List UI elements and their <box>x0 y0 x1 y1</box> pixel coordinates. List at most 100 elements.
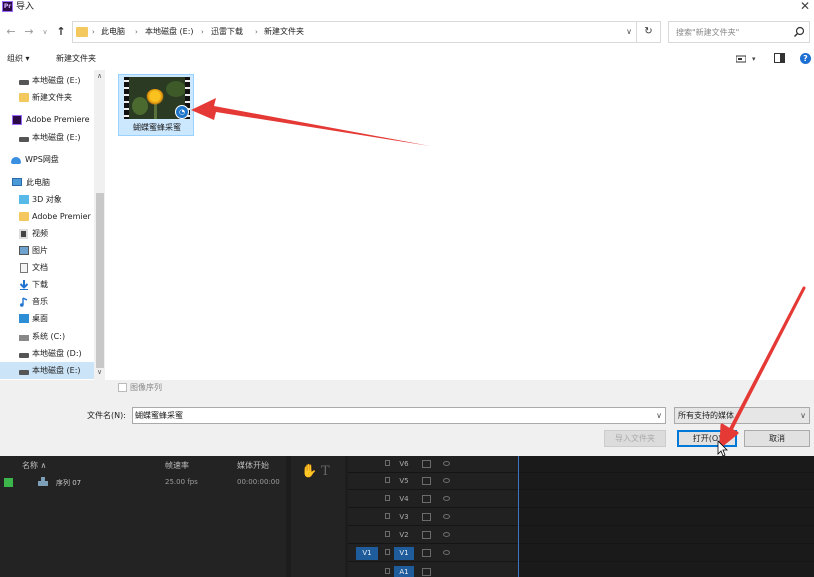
chevron-down-icon[interactable]: ∨ <box>656 408 662 423</box>
scroll-up-icon[interactable]: ∧ <box>94 72 105 80</box>
nav-item-label: 本地磁盘 (E:) <box>32 133 81 142</box>
chevron-down-icon[interactable]: ∨ <box>800 408 806 423</box>
hand-tool-icon[interactable]: ✋ <box>301 464 317 479</box>
nav-item-drive-e[interactable]: 本地磁盘 (E:) <box>0 72 94 89</box>
nav-item-drive-d[interactable]: 本地磁盘 (D:) <box>0 345 94 362</box>
nav-item-downloads[interactable]: 下载 <box>0 276 94 293</box>
lock-icon[interactable] <box>385 568 390 574</box>
title-bar: Pr 导入 ✕ <box>0 0 814 14</box>
refresh-button[interactable]: ↻ <box>637 21 661 43</box>
import-folder-button[interactable]: 导入文件夹 <box>604 430 666 447</box>
sync-lock-icon[interactable] <box>422 495 431 503</box>
organize-menu[interactable]: 组织 ▾ <box>7 50 30 68</box>
chevron-right-icon: › <box>135 28 138 36</box>
nav-item-drive-e-selected[interactable]: 本地磁盘 (E:) <box>0 362 94 379</box>
open-button[interactable]: 打开(O) <box>677 430 737 447</box>
lock-icon[interactable] <box>385 531 390 537</box>
sync-lock-icon[interactable] <box>422 460 431 468</box>
preview-pane-icon[interactable] <box>774 53 785 63</box>
nav-item-new-folder[interactable]: 新建文件夹 <box>0 89 94 106</box>
lock-icon[interactable] <box>385 477 390 483</box>
filename-input[interactable] <box>133 408 648 423</box>
nav-item-desktop[interactable]: 桌面 <box>0 310 94 327</box>
track-name[interactable]: A1 <box>394 566 414 577</box>
sync-lock-icon[interactable] <box>422 549 431 557</box>
track-name[interactable]: V1 <box>394 547 414 560</box>
nav-item-documents[interactable]: 文档 <box>0 259 94 276</box>
filename-label: 文件名(N): <box>87 411 126 420</box>
track-name[interactable]: V5 <box>394 475 414 488</box>
lock-icon[interactable] <box>385 513 390 519</box>
pictures-icon <box>19 246 29 255</box>
cancel-button[interactable]: 取消 <box>744 430 810 447</box>
sync-lock-icon[interactable] <box>422 531 431 539</box>
nav-item-3d-objects[interactable]: 3D 对象 <box>0 191 94 208</box>
column-header-media-start[interactable]: 媒体开始 <box>237 460 269 471</box>
search-input[interactable] <box>669 22 787 42</box>
nav-item-adobe-premiere-folder[interactable]: Adobe Premier <box>0 208 94 225</box>
nav-item-drive-e[interactable]: 本地磁盘 (E:) <box>0 129 94 146</box>
breadcrumb-thunder-download[interactable]: 迅雷下载 <box>211 22 243 42</box>
nav-item-system-c[interactable]: 系统 (C:) <box>0 328 94 345</box>
file-item-video[interactable]: ◔ 蝴蝶蜜蜂采蜜 <box>118 74 194 136</box>
close-icon[interactable]: ✕ <box>800 0 810 13</box>
lock-icon[interactable] <box>385 495 390 501</box>
nav-item-videos[interactable]: 视频 <box>0 225 94 242</box>
column-header-name[interactable]: 名称 ∧ <box>22 460 46 471</box>
column-header-frame-rate[interactable]: 帧速率 <box>165 460 189 471</box>
nav-item-label: 本地磁盘 (E:) <box>32 76 81 85</box>
breadcrumb-this-pc[interactable]: 此电脑 <box>101 22 125 42</box>
eye-icon[interactable] <box>443 461 450 466</box>
view-dropdown-icon[interactable]: ▾ <box>752 53 756 65</box>
nav-item-music[interactable]: 音乐 <box>0 293 94 310</box>
forward-arrow-icon[interactable]: → <box>22 21 36 43</box>
address-bar[interactable]: › 此电脑 › 本地磁盘 (E:) › 迅雷下载 › 新建文件夹 ∨ <box>72 21 637 43</box>
track-name[interactable]: V3 <box>394 511 414 524</box>
breadcrumb-drive-e[interactable]: 本地磁盘 (E:) <box>145 22 194 42</box>
image-sequence-checkbox[interactable] <box>118 383 127 392</box>
lock-icon[interactable] <box>385 460 390 466</box>
nav-item-label: 图片 <box>32 246 48 255</box>
timeline-playhead[interactable] <box>518 456 519 577</box>
track-name[interactable]: V4 <box>394 493 414 506</box>
scroll-down-icon[interactable]: ∨ <box>94 368 105 376</box>
sequence-name[interactable]: 序列 07 <box>56 478 81 488</box>
search-box[interactable] <box>668 21 810 43</box>
sync-lock-icon[interactable] <box>422 477 431 485</box>
eye-icon[interactable] <box>443 514 450 519</box>
3d-objects-icon <box>19 195 29 204</box>
type-tool-icon[interactable]: T <box>321 464 330 479</box>
nav-scrollbar[interactable]: ∧ ∨ <box>94 70 105 380</box>
drive-icon <box>19 137 29 142</box>
eye-icon[interactable] <box>443 532 450 537</box>
scroll-thumb[interactable] <box>96 193 104 368</box>
up-arrow-icon[interactable]: ↑ <box>54 21 68 43</box>
recent-locations-icon[interactable]: ∨ <box>38 21 52 43</box>
view-options-icon[interactable] <box>735 53 747 65</box>
tools-panel: ✋ T <box>291 456 345 577</box>
sync-lock-icon[interactable] <box>422 513 431 521</box>
nav-item-label: 新建文件夹 <box>32 93 72 102</box>
track-name[interactable]: V6 <box>394 458 414 471</box>
source-patch-v1[interactable]: V1 <box>356 547 378 560</box>
eye-icon[interactable] <box>443 478 450 483</box>
new-folder-button[interactable]: 新建文件夹 <box>56 50 96 68</box>
eye-icon[interactable] <box>443 550 450 555</box>
nav-item-this-pc[interactable]: 此电脑 <box>0 174 94 191</box>
nav-item-adobe-premiere[interactable]: Adobe Premiere <box>0 111 94 128</box>
help-icon[interactable]: ? <box>800 53 811 64</box>
sync-lock-icon[interactable] <box>422 568 431 576</box>
chevron-down-icon[interactable]: ∨ <box>626 22 632 42</box>
nav-item-wps-cloud[interactable]: WPS网盘 <box>0 151 94 168</box>
filetype-select[interactable]: 所有支持的媒体 ∨ <box>674 407 810 424</box>
track-name[interactable]: V2 <box>394 529 414 542</box>
label-color-swatch[interactable] <box>4 478 13 487</box>
lock-icon[interactable] <box>385 549 390 555</box>
nav-item-label: 本地磁盘 (E:) <box>32 366 81 375</box>
back-arrow-icon[interactable]: ← <box>4 21 18 43</box>
track-row-v2: V2 <box>348 527 814 544</box>
breadcrumb-new-folder[interactable]: 新建文件夹 <box>264 22 304 42</box>
filename-combobox[interactable]: ∨ <box>132 407 666 424</box>
nav-item-pictures[interactable]: 图片 <box>0 242 94 259</box>
eye-icon[interactable] <box>443 496 450 501</box>
